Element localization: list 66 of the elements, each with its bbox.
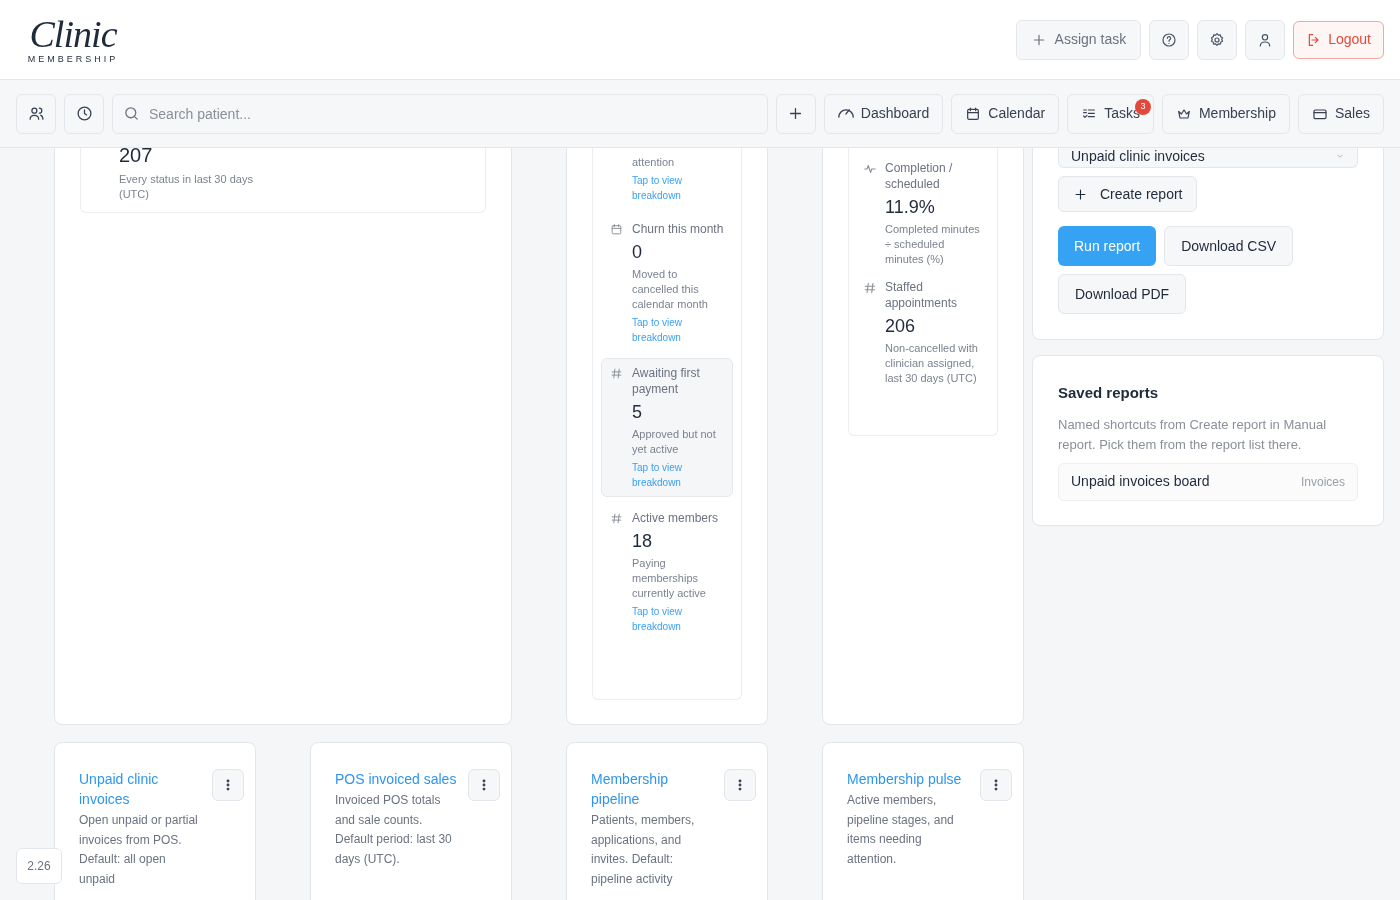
- users-icon: [27, 105, 45, 122]
- metric-label: Staffed appointments: [885, 279, 959, 311]
- search-field[interactable]: Search patient...: [112, 93, 768, 134]
- hash-icon: [610, 367, 623, 380]
- metric-label: Completion / scheduled: [885, 160, 954, 192]
- nav-button[interactable]: Calendar: [951, 93, 1060, 134]
- report-description: Open unpaid or partial invoices from POS. Default: all open unpaid: [79, 812, 199, 888]
- metric-value: 5: [632, 401, 643, 423]
- download-button[interactable]: Download CSV: [1164, 226, 1294, 266]
- download-button[interactable]: Download PDF: [1058, 274, 1187, 314]
- more-options-button[interactable]: [468, 769, 500, 801]
- metric-item[interactable]: Awaiting first payment 5 Approved but not yet active Tap to view breakdown: [601, 358, 733, 497]
- search-icon: [123, 104, 140, 122]
- more-options-button[interactable]: [212, 769, 244, 801]
- metric-value: 11.9%: [885, 196, 936, 218]
- hash-icon: [610, 512, 623, 525]
- metric-label: Active members: [632, 510, 720, 526]
- metric-caption: Paying memberships currently active: [632, 556, 707, 601]
- settings-button[interactable]: [1197, 19, 1238, 60]
- report-description: Patients, members, applications, and invites. Default: pipeline activity: [591, 812, 696, 888]
- calendar-icon: [610, 223, 623, 236]
- nav-button[interactable]: Sales: [1297, 93, 1384, 134]
- metric-item[interactable]: attention Tap to view breakdown: [601, 148, 733, 208]
- metric-item[interactable]: Churn this month 0 Moved to cancelled this calendar month Tap to view breakdown: [601, 214, 733, 352]
- more-options-button[interactable]: [724, 769, 756, 801]
- metric-value: 207: [119, 148, 154, 162]
- plus-icon: [1073, 186, 1088, 202]
- assign-task-button[interactable]: Assign task: [1015, 19, 1142, 60]
- nav-button[interactable]: Dashboard: [823, 93, 944, 134]
- report-description: Active members, pipeline stages, and items needing attention.: [847, 792, 955, 868]
- help-icon: [1161, 31, 1178, 48]
- report-description: Invoiced POS totals and sale counts. Default period: last 30 days (UTC).: [335, 792, 453, 868]
- metric-caption: Every status in last 30 days (UTC): [119, 172, 254, 202]
- pulse-icon: [863, 162, 877, 176]
- history-button[interactable]: [64, 93, 104, 134]
- gauge-icon: [837, 109, 854, 118]
- create-report-button[interactable]: Create report: [1058, 176, 1198, 212]
- metric-value: 18: [632, 530, 654, 552]
- saved-report-item[interactable]: Unpaid invoices board Invoices: [1058, 462, 1358, 501]
- profile-button[interactable]: [1245, 19, 1286, 60]
- report-name: Unpaid invoices board: [1071, 472, 1210, 491]
- nav-button[interactable]: Membership: [1161, 93, 1290, 134]
- metric-value: 206: [885, 315, 917, 337]
- version-badge: 2.26: [16, 848, 62, 884]
- patients-button[interactable]: [16, 93, 56, 134]
- logout-button[interactable]: Logout: [1293, 20, 1384, 59]
- help-button[interactable]: [1149, 19, 1190, 60]
- metric-item[interactable]: Active members 18 Paying memberships currently active Tap to view breakdown: [601, 503, 733, 641]
- more-options-button[interactable]: [980, 769, 1012, 801]
- metric-caption: Approved but not yet active: [632, 427, 717, 457]
- hash-icon: [863, 281, 877, 295]
- settings-icon: [1209, 31, 1226, 48]
- metric-value: 0: [632, 241, 643, 263]
- metric-caption: Completed minutes ÷ scheduled minutes (%): [885, 222, 981, 267]
- add-button[interactable]: [775, 93, 816, 134]
- report-category: Invoices: [1300, 473, 1345, 491]
- metric-caption: Non-cancelled with clinician assigned, last 30 days (UTC): [885, 341, 979, 386]
- section-title: Saved reports: [1058, 383, 1160, 403]
- metric-label: Awaiting first payment: [632, 365, 701, 397]
- metric-label: Churn this month: [632, 221, 724, 237]
- section-description: Named shortcuts from Create report in Manual report. Pick them from the report list there.: [1058, 415, 1328, 454]
- clock-icon: [75, 105, 93, 122]
- calendar-icon: [965, 105, 982, 122]
- metric-caption: attention: [632, 155, 676, 170]
- metric-caption: Moved to cancelled this calendar month: [632, 267, 709, 312]
- report-select[interactable]: Unpaid clinic invoices: [1058, 148, 1358, 168]
